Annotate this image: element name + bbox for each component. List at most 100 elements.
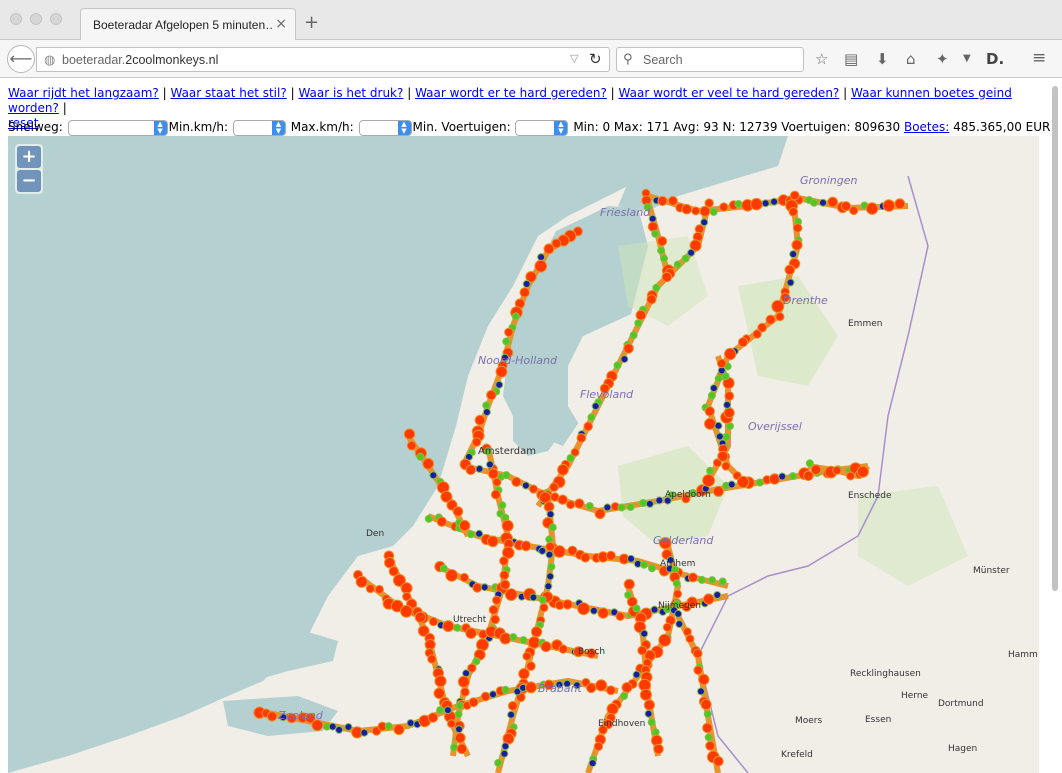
traffic-dot[interactable]: [708, 576, 717, 585]
traffic-dot[interactable]: [583, 421, 594, 432]
traffic-dot[interactable]: [606, 702, 619, 716]
min-kmh-select[interactable]: ▲ ▼: [232, 119, 286, 136]
traffic-dot[interactable]: [653, 743, 664, 755]
traffic-dot[interactable]: [752, 329, 762, 339]
min-voertuigen-select[interactable]: ▲ ▼: [515, 119, 569, 136]
traffic-dot[interactable]: [495, 365, 508, 378]
traffic-dot[interactable]: [465, 627, 477, 640]
traffic-dot[interactable]: [685, 634, 695, 644]
traffic-dot[interactable]: [499, 632, 512, 645]
traffic-dot[interactable]: [882, 199, 896, 212]
traffic-dot[interactable]: [466, 530, 475, 539]
traffic-dot[interactable]: [499, 579, 511, 590]
traffic-dot[interactable]: [525, 681, 537, 694]
traffic-dot[interactable]: [721, 461, 731, 471]
traffic-dot[interactable]: [414, 611, 427, 623]
traffic-dot[interactable]: [709, 384, 718, 393]
traffic-dot[interactable]: [716, 358, 727, 369]
traffic-dot[interactable]: [789, 190, 800, 201]
traffic-dot[interactable]: [400, 604, 413, 618]
traffic-dot[interactable]: [658, 633, 672, 647]
url-dropdown-icon[interactable]: ▽: [570, 52, 578, 65]
traffic-dot[interactable]: [810, 464, 822, 476]
download-icon[interactable]: ⬇: [876, 50, 889, 68]
traffic-dot[interactable]: [856, 465, 870, 478]
snelweg-select[interactable]: ▲ ▼: [67, 119, 168, 136]
traffic-dot[interactable]: [617, 503, 626, 512]
traffic-dot[interactable]: [548, 523, 557, 532]
traffic-dot[interactable]: [771, 299, 785, 313]
traffic-dot[interactable]: [706, 466, 715, 475]
traffic-dot[interactable]: [472, 657, 481, 666]
traffic-dot[interactable]: [439, 564, 448, 573]
traffic-dot[interactable]: [655, 496, 664, 505]
traffic-dot[interactable]: [452, 506, 464, 517]
traffic-dot[interactable]: [545, 550, 554, 559]
traffic-dot[interactable]: [502, 337, 511, 346]
traffic-dot[interactable]: [724, 347, 737, 361]
traffic-dot[interactable]: [620, 355, 629, 364]
traffic-dot[interactable]: [427, 712, 439, 723]
traffic-dot[interactable]: [428, 616, 439, 627]
traffic-dot[interactable]: [865, 202, 879, 215]
traffic-dot[interactable]: [704, 406, 715, 417]
traffic-dot[interactable]: [594, 508, 606, 520]
traffic-dot[interactable]: [713, 756, 724, 767]
traffic-dot[interactable]: [724, 391, 735, 401]
traffic-dot[interactable]: [734, 200, 743, 208]
search-bar[interactable]: ⚲ Search: [616, 47, 804, 72]
traffic-dot[interactable]: [709, 207, 718, 216]
traffic-dot[interactable]: [639, 499, 648, 507]
traffic-dot[interactable]: [453, 623, 462, 632]
traffic-dot[interactable]: [427, 654, 437, 664]
traffic-dot[interactable]: [472, 582, 483, 593]
traffic-dot[interactable]: [626, 503, 635, 511]
traffic-dot[interactable]: [436, 516, 447, 527]
traffic-dot[interactable]: [657, 246, 666, 255]
traffic-dot[interactable]: [840, 201, 852, 212]
traffic-dot[interactable]: [580, 552, 591, 563]
traffic-dot[interactable]: [603, 503, 612, 512]
traffic-dot[interactable]: [501, 742, 510, 751]
traffic-dot[interactable]: [700, 698, 712, 711]
traffic-dot[interactable]: [546, 510, 555, 519]
traffic-dot[interactable]: [712, 485, 725, 497]
traffic-dot[interactable]: [697, 575, 706, 584]
traffic-dot[interactable]: [530, 626, 543, 638]
traffic-dot[interactable]: [646, 294, 657, 305]
traffic-dot[interactable]: [456, 743, 468, 755]
traffic-dot[interactable]: [521, 481, 530, 490]
bookmark-star-icon[interactable]: ☆: [815, 50, 828, 68]
traffic-dot[interactable]: [529, 593, 538, 602]
nav-link[interactable]: Waar is het druk?: [298, 86, 403, 100]
traffic-dot[interactable]: [715, 432, 724, 441]
traffic-dot[interactable]: [507, 710, 516, 719]
traffic-dot[interactable]: [605, 550, 616, 561]
traffic-dot[interactable]: [577, 602, 591, 616]
traffic-dot[interactable]: [627, 554, 635, 563]
traffic-dot[interactable]: [501, 519, 514, 532]
traffic-dot[interactable]: [786, 278, 795, 287]
traffic-dot[interactable]: [722, 432, 731, 441]
traffic-dot[interactable]: [504, 327, 514, 338]
traffic-dot[interactable]: [498, 501, 507, 510]
traffic-dot[interactable]: [632, 670, 641, 679]
traffic-dot[interactable]: [459, 572, 469, 583]
traffic-dot[interactable]: [832, 465, 842, 475]
traffic-dot[interactable]: [547, 562, 556, 571]
traffic-dot[interactable]: [673, 260, 682, 269]
traffic-dot[interactable]: [545, 535, 554, 544]
traffic-dot[interactable]: [593, 741, 604, 752]
traffic-dot[interactable]: [657, 236, 668, 247]
page-scrollbar[interactable]: [1050, 84, 1060, 773]
traffic-dot[interactable]: [526, 661, 536, 671]
traffic-dot[interactable]: [474, 414, 486, 426]
traffic-dot[interactable]: [692, 648, 703, 659]
traffic-dot[interactable]: [699, 205, 711, 217]
nav-link[interactable]: Waar rijdt het langzaam?: [8, 86, 159, 100]
traffic-dot[interactable]: [704, 417, 717, 430]
extension-icon[interactable]: ✦: [936, 50, 949, 68]
extension-dropdown-icon[interactable]: ▼: [963, 53, 971, 64]
new-tab-button[interactable]: +: [304, 14, 319, 32]
traffic-dot[interactable]: [480, 583, 489, 592]
